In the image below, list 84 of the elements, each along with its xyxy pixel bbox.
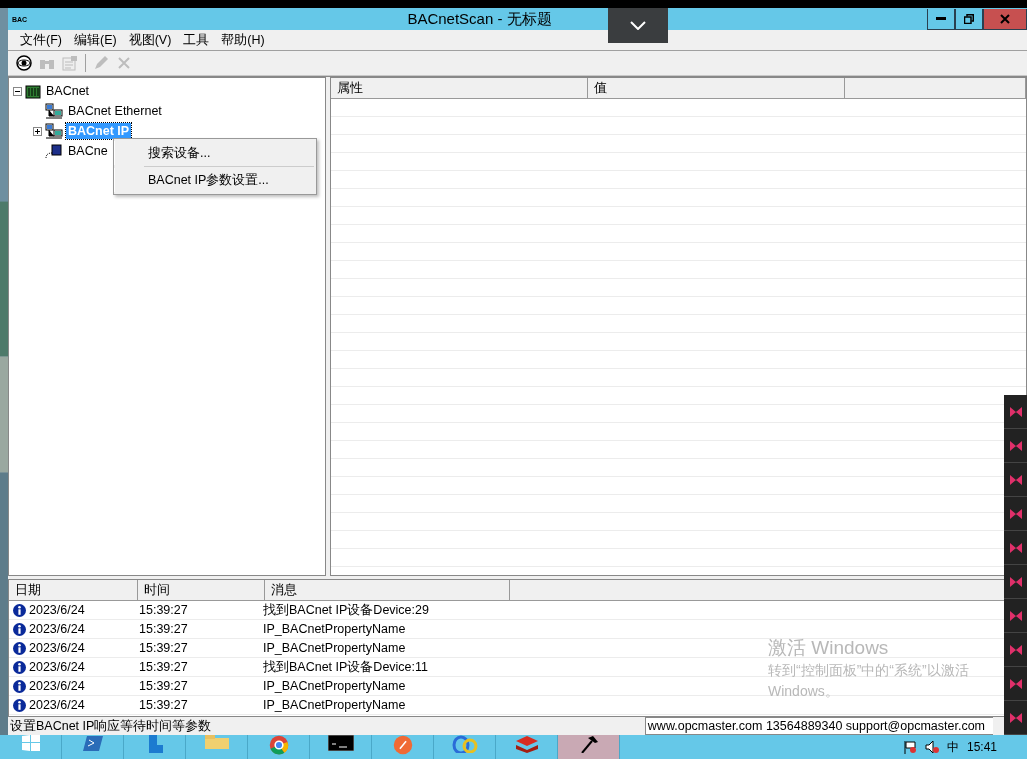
bowtie-icon xyxy=(1009,610,1022,621)
bowtie-icon xyxy=(1009,474,1022,485)
computer-network-icon xyxy=(45,103,63,119)
table-cell: 15:39:27 xyxy=(139,603,188,617)
chevron-down-icon xyxy=(630,21,646,30)
window-title: BACnetScan - 无标题 xyxy=(407,9,552,29)
table-cell: IP_BACnetPropertyName xyxy=(263,679,406,693)
table-cell: 2023/6/24 xyxy=(29,603,85,617)
info-icon xyxy=(13,679,26,693)
minimize-icon xyxy=(936,17,946,20)
connection-bar-tab[interactable] xyxy=(608,8,668,43)
taskbar-button[interactable] xyxy=(558,735,620,759)
stack-icon xyxy=(513,735,540,753)
status-text: 设置BACnet IP响应等待时间等参数 xyxy=(9,717,213,735)
speaker-icon xyxy=(924,740,939,754)
bowtie-icon xyxy=(1009,440,1022,451)
info-icon xyxy=(13,622,26,636)
minimize-button[interactable] xyxy=(927,8,955,30)
table-cell: 2023/6/24 xyxy=(29,679,85,693)
bowtie-icon xyxy=(1009,678,1022,689)
table-cell: 15:39:27 xyxy=(139,660,188,674)
computer-network-icon xyxy=(45,123,63,139)
close-button[interactable] xyxy=(983,8,1027,30)
activation-text: 转到“控制面板”中的“系统”以激活 xyxy=(768,661,969,680)
table-cell: 15:39:27 xyxy=(139,622,188,636)
context-menu-item[interactable]: BACnet IP参数设置... xyxy=(114,168,316,192)
expand-toggle-icon[interactable] xyxy=(33,126,42,136)
table-cell: IP_BACnetPropertyName xyxy=(263,622,406,636)
pencil-icon xyxy=(93,55,109,71)
bowtie-icon xyxy=(1009,712,1022,723)
activation-title: 激活 Windows xyxy=(768,636,890,660)
column-header[interactable]: 时间 xyxy=(138,580,265,600)
delete-icon xyxy=(117,56,131,70)
terminal-arrow-icon xyxy=(81,735,104,751)
bowtie-icon xyxy=(1009,542,1022,553)
tree-item[interactable]: BACne xyxy=(66,143,110,159)
activation-text: Windows。 xyxy=(768,682,840,701)
column-header[interactable]: 属性 xyxy=(331,78,588,98)
plug-icon xyxy=(45,143,63,159)
clock[interactable]: 15:41 xyxy=(966,740,997,754)
menu-item[interactable]: 工具 xyxy=(177,31,216,49)
info-icon xyxy=(13,660,26,674)
close-icon xyxy=(1000,13,1010,24)
flag-icon xyxy=(902,740,917,754)
column-header[interactable]: 消息 xyxy=(265,580,510,600)
loops-icon xyxy=(451,735,478,753)
menu-item[interactable]: 文件(F) xyxy=(14,31,68,49)
restore-icon xyxy=(964,13,974,24)
menu-item[interactable]: 帮助(H) xyxy=(215,31,271,49)
bowtie-icon xyxy=(1009,644,1022,655)
info-icon xyxy=(13,641,26,655)
table-cell: 15:39:27 xyxy=(139,698,188,712)
table-cell: 2023/6/24 xyxy=(29,698,85,712)
building-icon xyxy=(25,83,41,99)
folder-icon xyxy=(203,735,230,749)
tree-item[interactable]: BACnet Ethernet xyxy=(66,103,164,119)
properties-icon xyxy=(62,55,78,71)
table-cell: 找到BACnet IP设备Device:29 xyxy=(263,601,429,619)
table-cell: IP_BACnetPropertyName xyxy=(263,641,406,655)
table-cell: 2023/6/24 xyxy=(29,641,85,655)
info-icon xyxy=(13,698,26,712)
terminal-icon xyxy=(327,735,354,751)
eye-icon xyxy=(16,55,32,71)
context-menu-item[interactable]: 搜索设备... xyxy=(114,141,316,165)
table-cell: 2023/6/24 xyxy=(29,660,85,674)
column-header[interactable]: 日期 xyxy=(9,580,138,600)
info-icon xyxy=(13,603,26,617)
bowtie-icon xyxy=(1009,508,1022,519)
bowtie-icon xyxy=(1009,406,1022,417)
menu-item[interactable]: 编辑(E) xyxy=(67,31,123,49)
expand-toggle-icon[interactable] xyxy=(13,86,22,96)
toolbar-button[interactable] xyxy=(14,53,34,73)
table-cell: IP_BACnetPropertyName xyxy=(263,698,406,712)
column-header[interactable]: 值 xyxy=(588,78,845,98)
restore-button[interactable] xyxy=(955,8,983,30)
windows-start-icon xyxy=(21,735,40,751)
table-cell: 15:39:27 xyxy=(139,641,188,655)
table-cell: 找到BACnet IP设备Device:11 xyxy=(263,658,429,676)
input-language[interactable]: 中 xyxy=(946,738,959,756)
tree-item[interactable]: BACnet xyxy=(44,83,92,99)
status-contact: www.opcmaster.com 13564889340 support@opcmaster.com xyxy=(644,717,993,735)
table-cell: 15:39:27 xyxy=(139,679,188,693)
menu-item[interactable]: 视图(V) xyxy=(122,31,178,49)
table-cell: 2023/6/24 xyxy=(29,622,85,636)
